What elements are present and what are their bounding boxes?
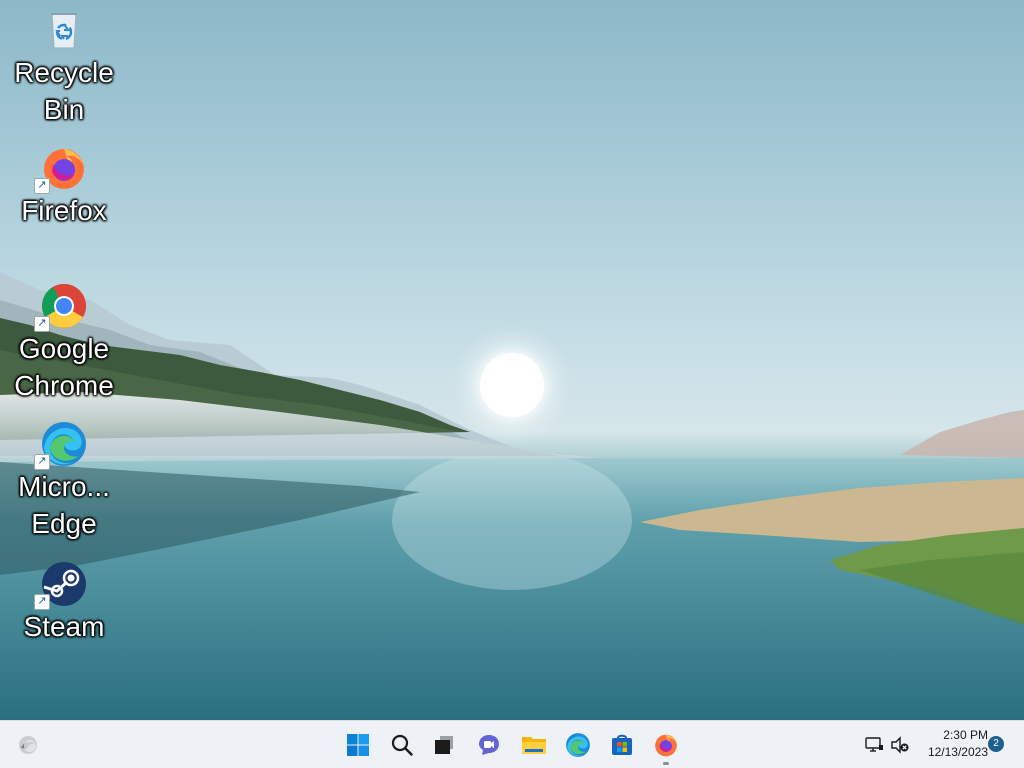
clock-button[interactable]: 2:30 PM 12/13/2023 bbox=[916, 727, 988, 761]
edge-icon bbox=[566, 733, 590, 757]
running-indicator bbox=[663, 762, 669, 765]
folder-icon bbox=[522, 737, 546, 754]
windows-start-icon bbox=[347, 734, 369, 756]
microsoft-store-button[interactable] bbox=[604, 727, 640, 763]
teams-chat-icon bbox=[479, 735, 499, 755]
network-icon bbox=[865, 737, 883, 752]
file-explorer-button[interactable] bbox=[516, 727, 552, 763]
desktop-icon-label: Edge bbox=[31, 508, 97, 539]
volume-button[interactable] bbox=[890, 735, 910, 755]
chrome-icon: ↗ bbox=[34, 282, 88, 332]
desktop-icon-label: Chrome bbox=[14, 370, 114, 401]
network-button[interactable] bbox=[864, 735, 884, 755]
weather-widget-button[interactable] bbox=[10, 727, 46, 763]
edge-icon: ↗ bbox=[34, 420, 88, 470]
taskbar: 2:30 PM 12/13/2023 bbox=[0, 720, 1024, 768]
task-view-icon bbox=[435, 736, 453, 754]
clock-time: 2:30 PM bbox=[943, 728, 988, 742]
volume-muted-icon bbox=[891, 736, 909, 754]
shortcut-arrow-icon: ↗ bbox=[34, 454, 50, 470]
desktop-icon-steam[interactable]: ↗ Steam bbox=[0, 560, 128, 645]
desktop-icon-label: Bin bbox=[43, 94, 85, 125]
start-button[interactable] bbox=[340, 727, 376, 763]
recycle-bin-icon bbox=[40, 6, 88, 54]
chat-button[interactable] bbox=[471, 727, 507, 763]
desktop[interactable]: Recycle Bin ↗ Firefox ↗ Google Chrome ↗ … bbox=[0, 0, 1024, 720]
firefox-icon bbox=[655, 734, 677, 757]
firefox-taskbar-button[interactable] bbox=[648, 727, 684, 765]
shortcut-arrow-icon: ↗ bbox=[34, 316, 50, 332]
desktop-icon-label: Micro... bbox=[18, 471, 110, 502]
firefox-icon: ↗ bbox=[34, 144, 88, 194]
desktop-icon-google-chrome[interactable]: ↗ Google Chrome bbox=[0, 282, 128, 404]
desktop-icon-label: Recycle bbox=[14, 57, 114, 88]
desktop-icon-label: Google bbox=[18, 333, 110, 364]
wallpaper-lake bbox=[0, 272, 1024, 720]
clock-date: 12/13/2023 bbox=[927, 745, 988, 759]
microsoft-store-icon bbox=[612, 734, 632, 755]
weather-widget-icon bbox=[19, 736, 37, 754]
desktop-icon-firefox[interactable]: ↗ Firefox bbox=[0, 144, 128, 229]
search-button[interactable] bbox=[384, 727, 420, 763]
shortcut-arrow-icon: ↗ bbox=[34, 594, 50, 610]
desktop-icon-microsoft-edge[interactable]: ↗ Micro... Edge bbox=[0, 420, 128, 542]
notification-badge[interactable]: 2 bbox=[988, 736, 1004, 752]
edge-taskbar-button[interactable] bbox=[560, 727, 596, 763]
shortcut-arrow-icon: ↗ bbox=[34, 178, 50, 194]
search-icon bbox=[391, 734, 413, 756]
desktop-icon-label: Firefox bbox=[21, 195, 107, 226]
steam-icon: ↗ bbox=[34, 560, 88, 610]
desktop-icon-recycle-bin[interactable]: Recycle Bin bbox=[0, 6, 128, 128]
desktop-icon-label: Steam bbox=[23, 611, 105, 642]
task-view-button[interactable] bbox=[426, 727, 462, 763]
